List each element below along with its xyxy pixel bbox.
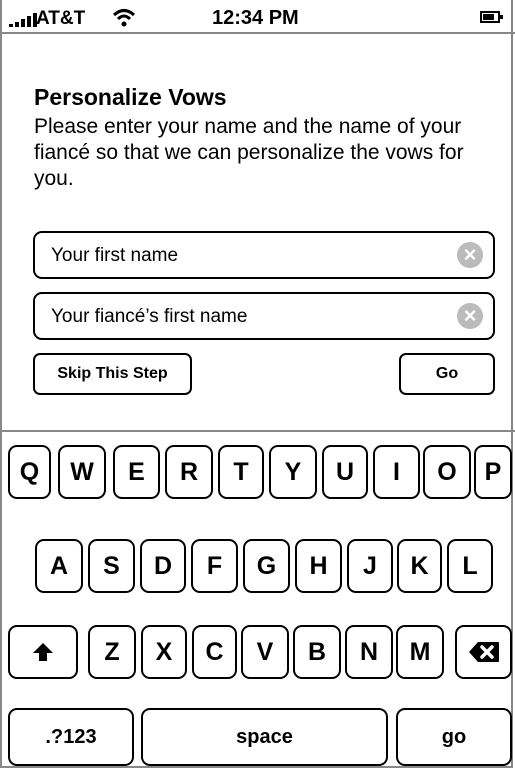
first-name-placeholder: Your first name: [51, 245, 179, 266]
fiance-name-placeholder: Your fiancé’s first name: [51, 306, 248, 327]
key-j[interactable]: J: [347, 539, 393, 593]
key-l[interactable]: L: [447, 539, 493, 593]
signal-bars-icon: [9, 13, 37, 27]
go-button[interactable]: Go: [399, 353, 495, 395]
backspace-key[interactable]: [455, 625, 512, 679]
key-i[interactable]: I: [373, 445, 420, 499]
key-e[interactable]: E: [113, 445, 160, 499]
wifi-icon: [112, 9, 136, 27]
key-w[interactable]: W: [58, 445, 106, 499]
key-f[interactable]: F: [191, 539, 238, 593]
shift-icon: [33, 643, 53, 661]
key-t[interactable]: T: [218, 445, 264, 499]
status-time: 12:34 PM: [212, 7, 299, 29]
page-description: Please enter your name and the name of y…: [34, 115, 464, 190]
backspace-icon: [468, 642, 499, 662]
key-p[interactable]: P: [474, 445, 512, 499]
key-z[interactable]: Z: [88, 625, 136, 679]
key-s[interactable]: S: [88, 539, 135, 593]
key-o[interactable]: O: [423, 445, 471, 499]
key-g[interactable]: G: [243, 539, 290, 593]
key-r[interactable]: R: [165, 445, 213, 499]
key-u[interactable]: U: [322, 445, 368, 499]
skip-step-button[interactable]: Skip This Step: [33, 353, 192, 395]
keyboard-divider: [0, 430, 515, 432]
key-m[interactable]: M: [396, 625, 444, 679]
numbers-key[interactable]: .?123: [8, 708, 134, 766]
key-y[interactable]: Y: [269, 445, 317, 499]
key-c[interactable]: C: [192, 625, 237, 679]
carrier-label: AT&T: [36, 8, 86, 29]
key-b[interactable]: B: [293, 625, 341, 679]
key-v[interactable]: V: [241, 625, 289, 679]
key-a[interactable]: A: [35, 539, 83, 593]
key-q[interactable]: Q: [8, 445, 51, 499]
keyboard-go-key[interactable]: go: [396, 708, 512, 766]
space-key[interactable]: space: [141, 708, 388, 766]
key-k[interactable]: K: [397, 539, 442, 593]
key-d[interactable]: D: [140, 539, 186, 593]
key-x[interactable]: X: [141, 625, 187, 679]
key-h[interactable]: H: [295, 539, 342, 593]
clear-icon[interactable]: ×: [457, 242, 483, 268]
status-bar: AT&T 12:34 PM: [0, 0, 515, 34]
shift-key[interactable]: [8, 625, 78, 679]
first-name-field[interactable]: Your first name ×: [33, 231, 495, 279]
page-title: Personalize Vows: [34, 84, 227, 110]
key-n[interactable]: N: [345, 625, 393, 679]
fiance-name-field[interactable]: Your fiancé’s first name ×: [33, 292, 495, 340]
clear-icon[interactable]: ×: [457, 303, 483, 329]
battery-icon: [480, 11, 503, 23]
